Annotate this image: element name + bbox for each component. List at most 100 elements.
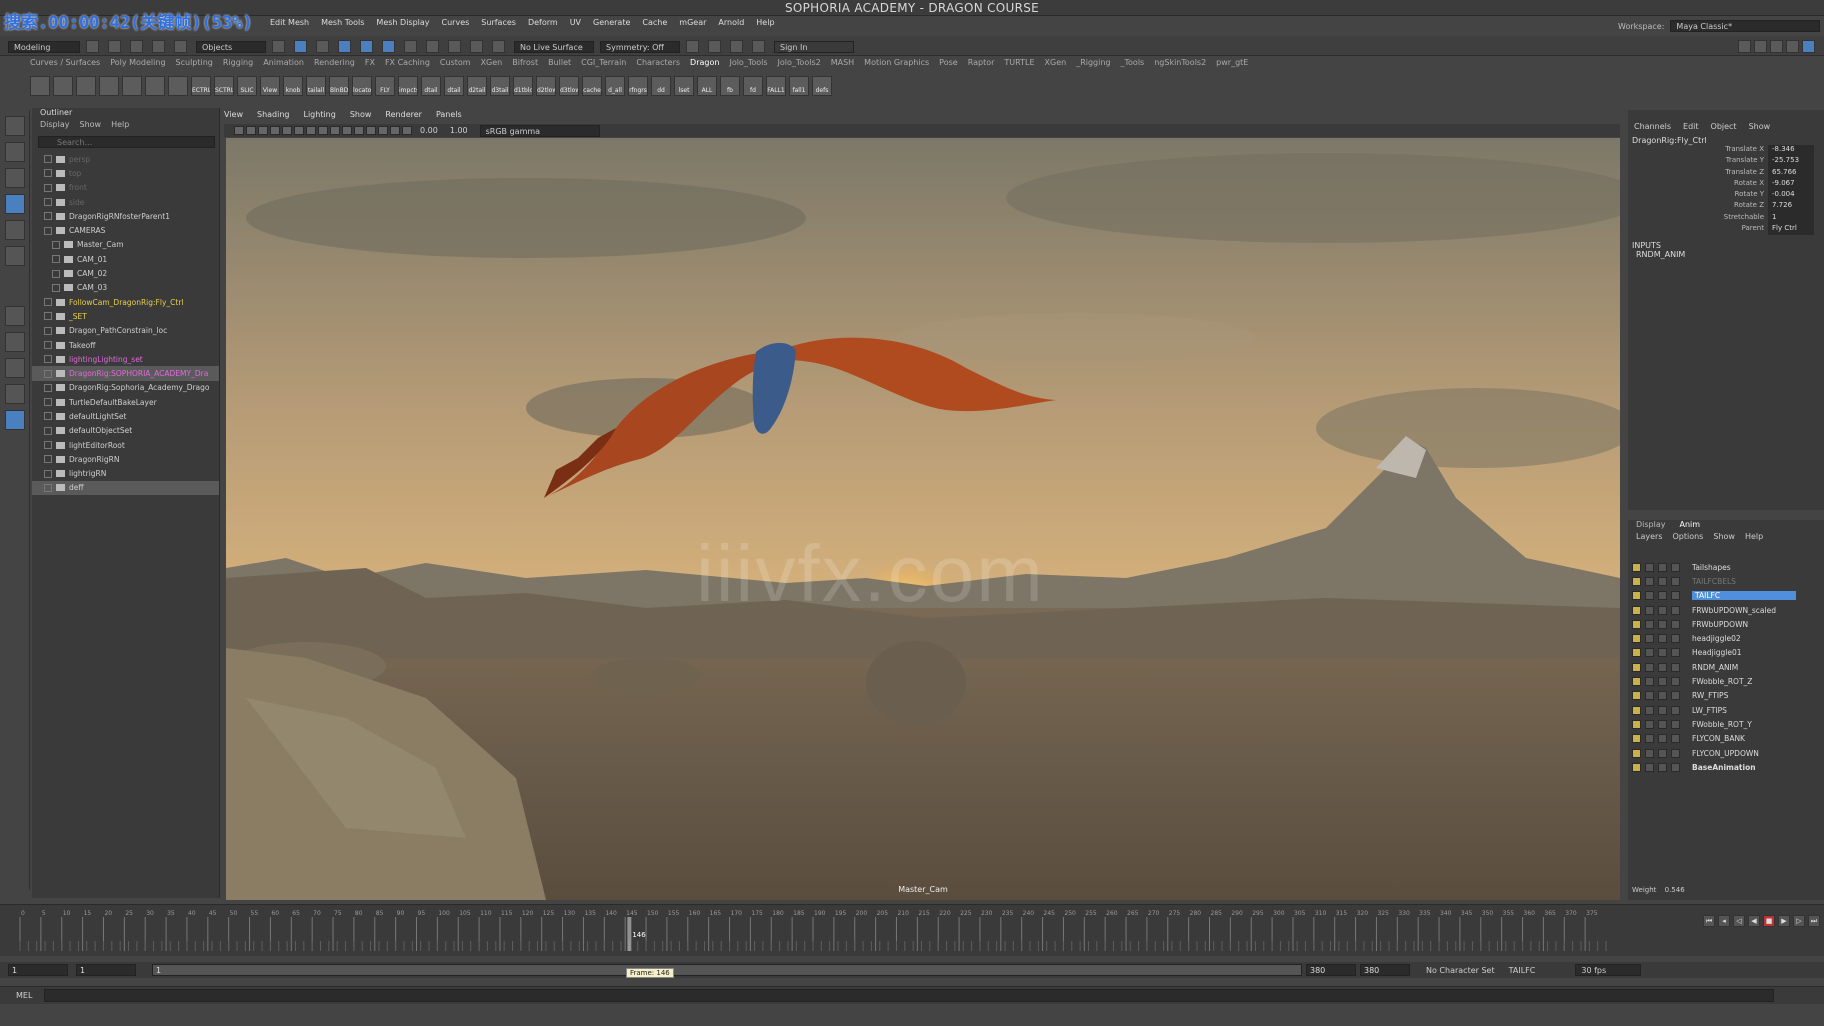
shelf-tab[interactable]: Rendering	[314, 58, 355, 72]
shelf-tab[interactable]: XGen	[1045, 58, 1067, 72]
outliner-layout-icon[interactable]	[5, 410, 25, 430]
outliner-item[interactable]: FollowCam_DragonRig:Fly_Ctrl	[32, 295, 219, 309]
anim-layer-row[interactable]: FLYCON_BANK	[1628, 732, 1824, 746]
outliner-item[interactable]: defaultLightSet	[32, 409, 219, 423]
viewport-menu-show[interactable]: Show	[350, 110, 372, 122]
shelf-tab[interactable]: Pose	[939, 58, 958, 72]
layer-menu-options[interactable]: Options	[1672, 532, 1703, 546]
ghost-toggle-icon[interactable]	[1671, 619, 1680, 629]
anim-end-field[interactable]: 380	[1360, 964, 1410, 976]
outliner-item[interactable]: CAM_03	[32, 281, 219, 295]
select-tool-icon[interactable]	[272, 40, 285, 53]
lock-toggle-icon[interactable]	[1658, 691, 1667, 701]
shelf-button[interactable]: d2tlow	[536, 76, 556, 96]
mute-toggle-icon[interactable]	[1632, 691, 1641, 701]
outliner-menu-help[interactable]: Help	[111, 120, 129, 132]
time-slider[interactable]: 0 5 10 15 20 25 30 35 40 45 50 55 60 65 70 75 80 85 90 95 10…	[0, 904, 1824, 956]
shelf-button[interactable]: fall1	[789, 76, 809, 96]
persp-outliner-icon[interactable]	[5, 384, 25, 404]
ghost-toggle-icon[interactable]	[1671, 634, 1680, 644]
menu-deform[interactable]: Deform	[528, 18, 558, 32]
lasso-tool-icon[interactable]	[294, 40, 307, 53]
symmetry-dropdown[interactable]: Symmetry: Off	[600, 40, 680, 53]
channel-value[interactable]: 1	[1768, 212, 1814, 225]
outliner-item[interactable]: DragonRig:Sophoria_Academy_Drago	[32, 381, 219, 395]
viewport-menu-renderer[interactable]: Renderer	[385, 110, 422, 122]
select-component-icon[interactable]	[382, 40, 395, 53]
play-forward-icon[interactable]: ▶	[1778, 915, 1790, 927]
outliner-item[interactable]: persp	[32, 152, 219, 166]
tab-display[interactable]: Display	[1636, 520, 1666, 532]
channelbox-menu-edit[interactable]: Edit	[1683, 122, 1699, 134]
solo-toggle-icon[interactable]	[1645, 576, 1654, 586]
shelf-tab[interactable]: MASH	[831, 58, 854, 72]
outliner-item[interactable]: deff	[32, 480, 219, 496]
outliner-item[interactable]: front	[32, 181, 219, 195]
grid-icon[interactable]	[270, 126, 280, 135]
shelf-button[interactable]: SCTRLS	[214, 76, 234, 96]
shelf-tab[interactable]: Curves / Surfaces	[30, 58, 100, 72]
ghost-toggle-icon[interactable]	[1671, 648, 1680, 658]
anim-layer-row[interactable]: FLYCON_UPDOWN	[1628, 746, 1824, 760]
undo-icon[interactable]	[152, 40, 165, 53]
selection-mode-dropdown[interactable]: Objects	[196, 40, 266, 53]
channel-row[interactable]: Translate Z 65.766	[1628, 167, 1824, 179]
solo-toggle-icon[interactable]	[1645, 619, 1654, 629]
shelf-tab[interactable]: FX	[365, 58, 375, 72]
shelf-button[interactable]: dtail	[421, 76, 441, 96]
outliner-item[interactable]: CAM_01	[32, 252, 219, 266]
snap-view-icon[interactable]	[470, 40, 483, 53]
shelf-tab[interactable]: Sculpting	[176, 58, 213, 72]
channelbox-menu-object[interactable]: Object	[1711, 122, 1737, 134]
shelf-tab[interactable]: Jolo_Tools2	[778, 58, 821, 72]
anim-layer-row[interactable]: LW_FTIPS	[1628, 703, 1824, 717]
single-perspective-icon[interactable]	[5, 332, 25, 352]
step-back-icon[interactable]: ◁	[1733, 915, 1745, 927]
mute-toggle-icon[interactable]	[1632, 591, 1641, 601]
shelf-button[interactable]	[122, 76, 142, 96]
shelf-button[interactable]: lset	[674, 76, 694, 96]
shelf-button[interactable]: impcts	[398, 76, 418, 96]
outliner-item[interactable]: lightrigRN	[32, 467, 219, 481]
new-scene-icon[interactable]	[86, 40, 99, 53]
shelf-button[interactable]	[53, 76, 73, 96]
shelf-tab[interactable]: Jolo_Tools	[729, 58, 767, 72]
shelf-button[interactable]: ALL	[697, 76, 717, 96]
channel-row[interactable]: Parent Fly Ctrl	[1628, 224, 1824, 236]
gamma-field[interactable]: 1.00	[450, 126, 468, 135]
expand-icon[interactable]	[44, 326, 52, 335]
step-forward-icon[interactable]: ▷	[1793, 915, 1805, 927]
outliner-item[interactable]: CAMERAS	[32, 223, 219, 237]
outliner-item[interactable]: lightingLighting_set	[32, 352, 219, 366]
ghost-toggle-icon[interactable]	[1671, 734, 1680, 744]
lock-toggle-icon[interactable]	[1658, 677, 1667, 687]
shelf-button[interactable]: knob	[283, 76, 303, 96]
shelf-button[interactable]	[145, 76, 165, 96]
shelf-button[interactable]: d_all	[605, 76, 625, 96]
channel-box-icon[interactable]	[1786, 40, 1799, 53]
shelf-button[interactable]: ECTRL	[191, 76, 211, 96]
shelf-tab[interactable]: Motion Graphics	[864, 58, 929, 72]
viewport-menu-shading[interactable]: Shading	[257, 110, 290, 122]
stop-icon[interactable]: ■	[1763, 915, 1775, 927]
lock-toggle-icon[interactable]	[1658, 562, 1667, 572]
go-to-start-icon[interactable]: ⏮	[1703, 915, 1715, 927]
last-tool-icon[interactable]	[5, 306, 25, 326]
fps-dropdown[interactable]: 30 fps	[1575, 964, 1642, 976]
shelf-button[interactable]	[168, 76, 188, 96]
menu-mesh-display[interactable]: Mesh Display	[376, 18, 429, 32]
channel-value[interactable]: -8.346	[1768, 145, 1814, 157]
render-settings-icon[interactable]	[752, 40, 765, 53]
viewport-menu-view[interactable]: View	[224, 110, 243, 122]
render-view-icon[interactable]	[686, 40, 699, 53]
menu-edit-mesh[interactable]: Edit Mesh	[270, 18, 309, 32]
menu-generate[interactable]: Generate	[593, 18, 630, 32]
channel-row[interactable]: Rotate X -9.067	[1628, 178, 1824, 191]
menu-mesh-tools[interactable]: Mesh Tools	[321, 18, 364, 32]
ghost-toggle-icon[interactable]	[1671, 576, 1680, 586]
aa-icon[interactable]	[378, 126, 388, 135]
lock-toggle-icon[interactable]	[1658, 605, 1667, 615]
shelf-tab[interactable]: XGen	[481, 58, 503, 72]
shelf-tab[interactable]: Characters	[636, 58, 680, 72]
shelf-button[interactable]: locator	[352, 76, 372, 96]
